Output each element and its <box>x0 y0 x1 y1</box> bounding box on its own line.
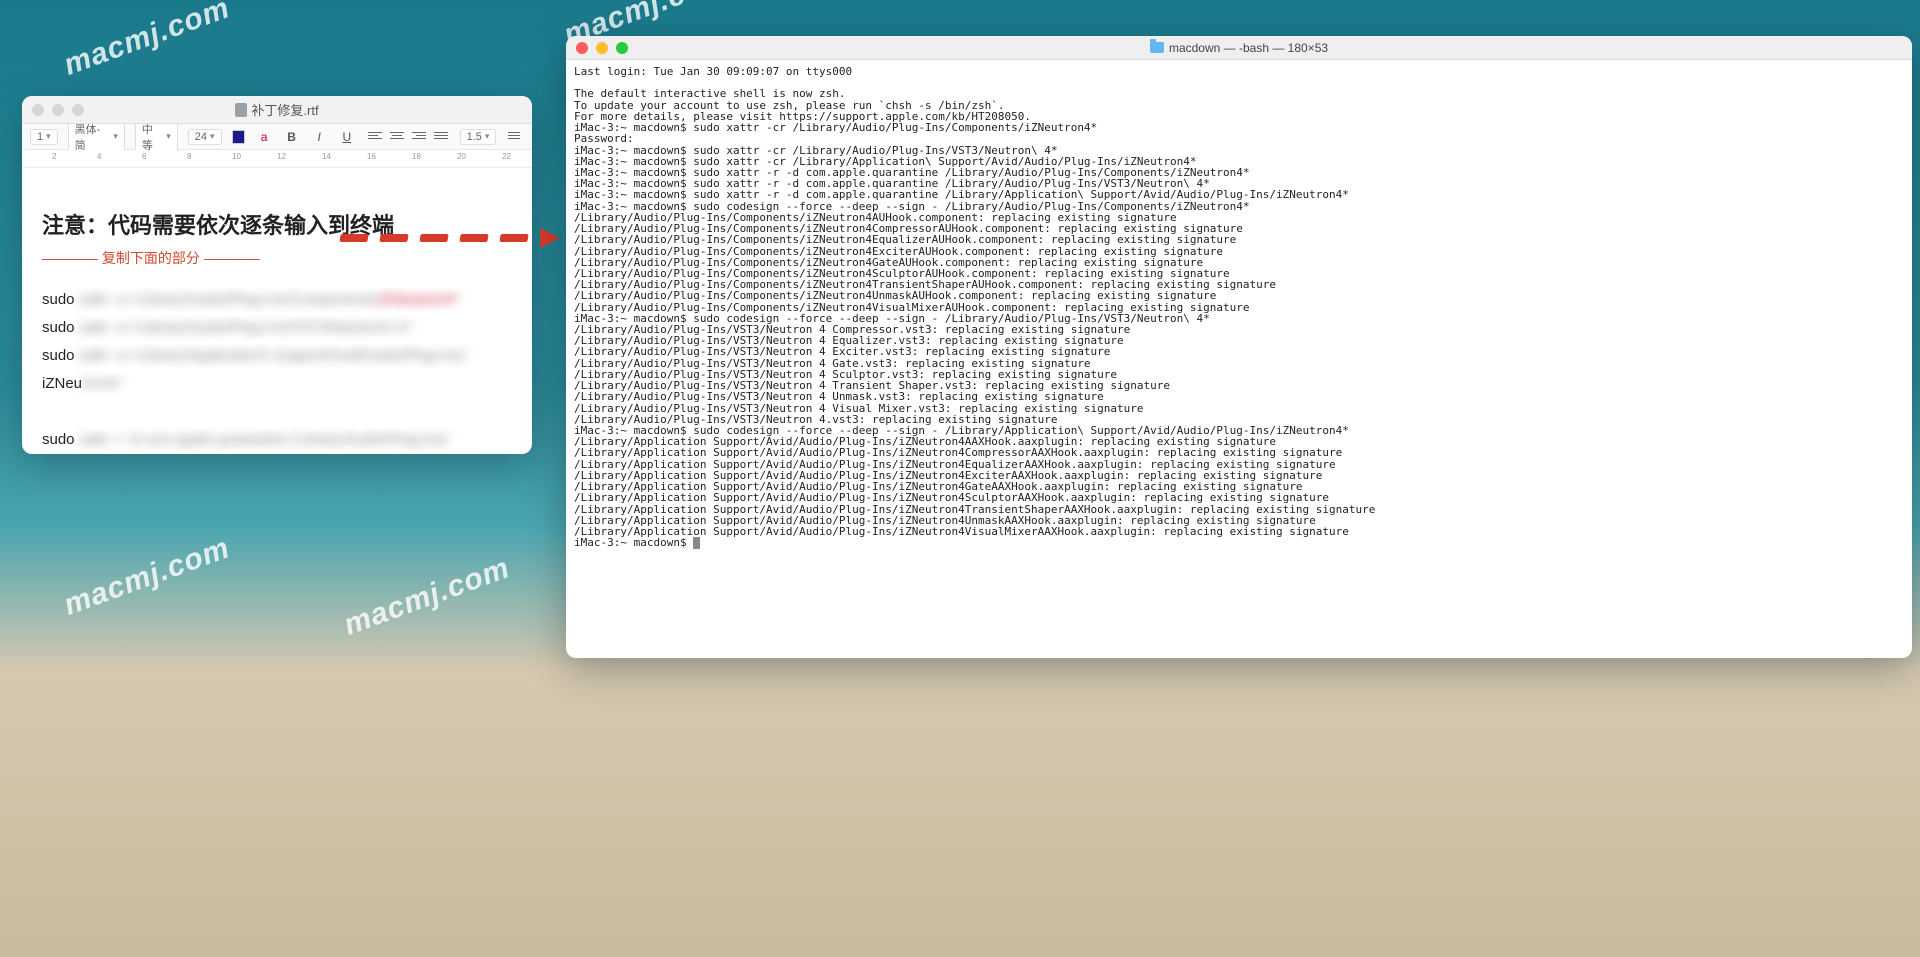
align-center-button[interactable] <box>388 128 406 146</box>
terminal-title-text: macdown — -bash — 180×53 <box>1169 41 1328 55</box>
watermark: macmj.com <box>59 0 234 83</box>
doc-line: sudo xattr -cr /Library/Audio/Plug-Ins/V… <box>42 316 512 340</box>
weight-value: 中等 <box>142 121 163 153</box>
ruler-tick: 6 <box>142 152 146 161</box>
ruler-tick: 22 <box>502 152 511 161</box>
text-color-swatch[interactable] <box>232 130 246 144</box>
font-value: 黑体-简 <box>75 121 111 153</box>
terminal-body[interactable]: Last login: Tue Jan 30 09:09:07 on ttys0… <box>566 60 1912 658</box>
arrow-dash <box>419 234 448 242</box>
doc-line <box>42 400 512 424</box>
arrow-dash <box>459 234 488 242</box>
ruler-tick: 10 <box>232 152 241 161</box>
italic-button[interactable]: I <box>310 128 328 146</box>
ruler-tick: 2 <box>52 152 56 161</box>
textedit-titlebar[interactable]: 补丁修复.rtf <box>22 96 532 124</box>
arrow-dash <box>339 234 368 242</box>
style-dropdown[interactable]: 1 <box>30 129 58 145</box>
align-right-button[interactable] <box>410 128 428 146</box>
arrow-dash <box>499 234 528 242</box>
watermark: macmj.com <box>59 531 234 622</box>
size-value: 24 <box>195 131 207 143</box>
line-spacing-dropdown[interactable]: 1.5 <box>460 129 497 145</box>
ruler-tick: 16 <box>367 152 376 161</box>
terminal-titlebar[interactable]: macdown — -bash — 180×53 <box>566 36 1912 60</box>
doc-line: sudo xattr -r -d com.apple.quarantine /L… <box>42 428 512 452</box>
doc-line: sudo xattr -cr /Library/Application\\ Su… <box>42 344 512 368</box>
guide-arrow <box>340 228 560 248</box>
textedit-title-text: 补丁修复.rtf <box>251 100 318 119</box>
bold-button[interactable]: B <box>283 128 301 146</box>
textedit-body[interactable]: 注意：代码需要依次逐条输入到终端 ———— 复制下面的部分 ———— sudo … <box>22 168 532 454</box>
align-justify-button[interactable] <box>432 128 450 146</box>
ruler: 2 4 6 8 10 12 14 16 18 20 22 <box>22 150 532 168</box>
list-button[interactable] <box>506 128 524 146</box>
terminal-title: macdown — -bash — 180×53 <box>566 41 1912 55</box>
arrow-dash <box>379 234 408 242</box>
doc-line: sudo xattr -cr /Library/Audio/Plug-Ins/C… <box>42 288 512 312</box>
terminal-cursor <box>693 537 700 549</box>
ruler-tick: 4 <box>97 152 101 161</box>
ruler-tick: 8 <box>187 152 191 161</box>
folder-icon <box>1150 42 1164 53</box>
document-icon <box>235 103 247 117</box>
textedit-toolbar: 1 黑体-简 中等 24 a B I U 1.5 <box>22 124 532 150</box>
watermark: macmj.com <box>339 551 514 642</box>
underline-button[interactable]: U <box>338 128 356 146</box>
doc-subheading: ———— 复制下面的部分 ———— <box>42 247 512 269</box>
doc-line: iZNeutron4* <box>42 372 512 396</box>
textedit-window: 补丁修复.rtf 1 黑体-简 中等 24 a B I U 1.5 246810… <box>22 96 532 454</box>
style-value: 1 <box>37 131 43 143</box>
ruler-tick: 12 <box>277 152 286 161</box>
align-group <box>366 128 450 146</box>
ruler-tick: 14 <box>322 152 331 161</box>
highlight-icon[interactable]: a <box>255 128 273 146</box>
align-left-button[interactable] <box>366 128 384 146</box>
arrow-head-icon <box>540 228 560 248</box>
size-dropdown[interactable]: 24 <box>188 129 222 145</box>
textedit-title: 补丁修复.rtf <box>22 100 532 119</box>
line-spacing-value: 1.5 <box>467 131 482 143</box>
terminal-window: macdown — -bash — 180×53 Last login: Tue… <box>566 36 1912 658</box>
ruler-tick: 18 <box>412 152 421 161</box>
ruler-tick: 20 <box>457 152 466 161</box>
